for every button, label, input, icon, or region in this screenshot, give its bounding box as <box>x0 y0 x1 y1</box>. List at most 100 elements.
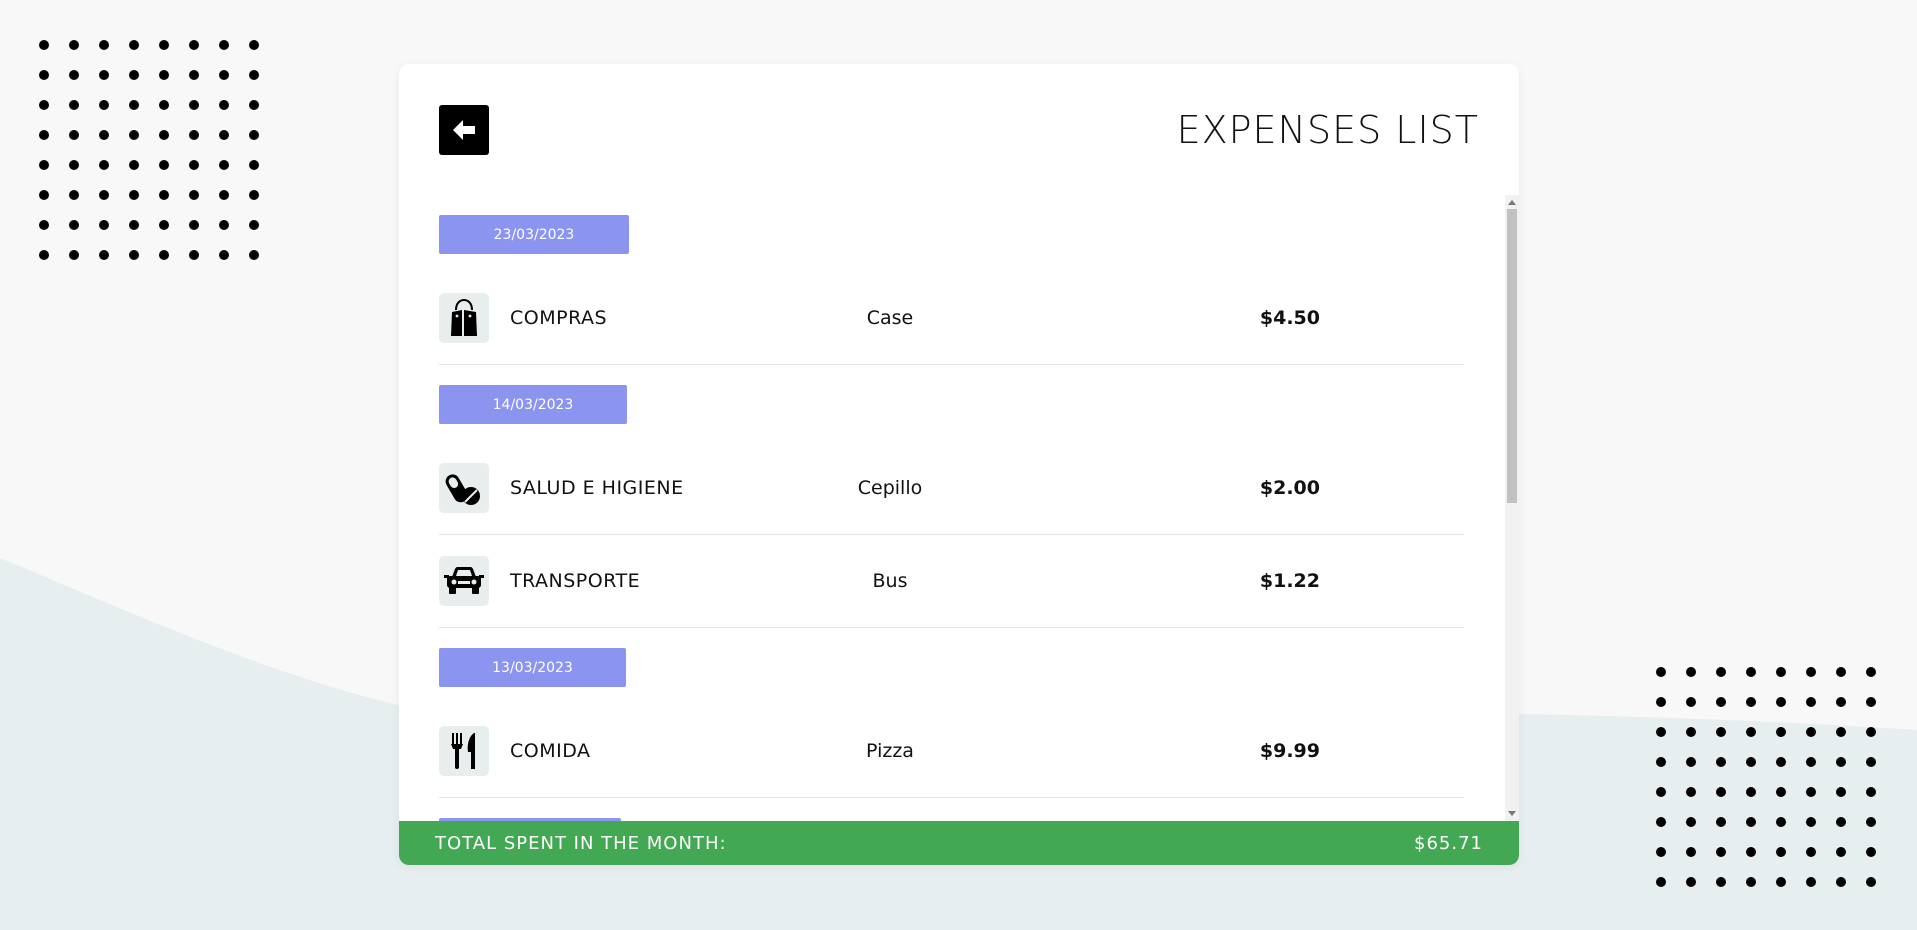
decorative-dot <box>129 220 139 230</box>
category-name: TRANSPORTE <box>510 570 641 592</box>
scroll-down-arrow-icon[interactable] <box>1508 811 1516 816</box>
decorative-dot <box>249 190 259 200</box>
decorative-dot <box>69 250 79 260</box>
decorative-dot <box>69 160 79 170</box>
category-name: COMPRAS <box>510 307 608 329</box>
decorative-dot <box>189 130 199 140</box>
decorative-dot <box>189 220 199 230</box>
decorative-dot <box>99 100 109 110</box>
decorative-dot <box>39 250 49 260</box>
total-bar: TOTAL SPENT IN THE MONTH: $65.71 <box>399 821 1519 865</box>
shopping-bag-icon <box>439 293 489 343</box>
decorative-dot <box>249 40 259 50</box>
decorative-dot <box>1866 697 1876 707</box>
list-scrollbar[interactable] <box>1505 195 1519 821</box>
decorative-dot <box>1836 757 1846 767</box>
decorative-dot <box>1716 787 1726 797</box>
decorative-dot <box>1716 877 1726 887</box>
decorative-dot <box>1776 757 1786 767</box>
decorative-dot <box>159 250 169 260</box>
decorative-dot <box>69 100 79 110</box>
decorative-dot <box>129 160 139 170</box>
decorative-dot <box>1716 847 1726 857</box>
back-button[interactable] <box>439 105 489 155</box>
decorative-dot <box>39 130 49 140</box>
decorative-dot <box>249 160 259 170</box>
decorative-dot <box>1776 697 1786 707</box>
decorative-dot <box>159 130 169 140</box>
decorative-dot <box>219 250 229 260</box>
decorative-dot <box>129 250 139 260</box>
decorative-dot <box>1746 727 1756 737</box>
expense-row[interactable]: SALUD E HIGIENE Cepillo $2.00 <box>439 424 1464 535</box>
expense-description: Cepillo <box>857 477 923 499</box>
expense-row[interactable]: COMIDA Pizza $9.99 <box>439 687 1464 798</box>
decorative-dot-grid-bottom-right <box>1656 667 1876 887</box>
decorative-dot <box>1656 847 1666 857</box>
decorative-dot <box>1836 787 1846 797</box>
decorative-dot <box>1866 817 1876 827</box>
decorative-dot <box>219 190 229 200</box>
decorative-dot <box>99 40 109 50</box>
decorative-dot <box>1746 817 1756 827</box>
expense-row[interactable]: COMPRAS Case $4.50 <box>439 254 1464 365</box>
expense-description: Case <box>866 307 914 329</box>
decorative-dot <box>219 100 229 110</box>
decorative-dot <box>99 130 109 140</box>
decorative-dot <box>1866 667 1876 677</box>
decorative-dot <box>189 100 199 110</box>
decorative-dot <box>129 100 139 110</box>
decorative-dot <box>159 70 169 80</box>
decorative-dot <box>69 70 79 80</box>
category-name: SALUD E HIGIENE <box>510 477 684 499</box>
decorative-dot <box>189 190 199 200</box>
decorative-dot-grid-top-left <box>39 40 259 260</box>
date-badge[interactable]: 13/03/2023 <box>439 648 626 687</box>
utensils-icon <box>439 726 489 776</box>
expense-row[interactable]: TRANSPORTE Bus $1.22 <box>439 535 1464 628</box>
decorative-dot <box>99 250 109 260</box>
expenses-list[interactable]: 23/03/2023 COMPRAS Case $4.50 14/03/2023 SALU… <box>399 195 1519 821</box>
decorative-dot <box>39 70 49 80</box>
expense-row-content: COMIDA Pizza $9.99 <box>439 725 1464 777</box>
decorative-dot <box>1776 817 1786 827</box>
expense-amount: $1.22 <box>1259 570 1320 592</box>
decorative-dot <box>159 220 169 230</box>
decorative-dot <box>1776 877 1786 887</box>
date-badge[interactable]: 14/03/2023 <box>439 385 627 424</box>
expense-amount: $4.50 <box>1259 307 1320 329</box>
expense-amount: $2.00 <box>1259 477 1320 499</box>
decorative-dot <box>1716 757 1726 767</box>
decorative-dot <box>129 70 139 80</box>
decorative-dot <box>1686 877 1696 887</box>
decorative-dot <box>249 130 259 140</box>
decorative-dot <box>1716 667 1726 677</box>
scroll-up-arrow-icon[interactable] <box>1508 200 1516 205</box>
decorative-dot <box>159 100 169 110</box>
pills-icon <box>439 463 489 513</box>
decorative-dot <box>1776 727 1786 737</box>
decorative-dot <box>129 130 139 140</box>
decorative-dot <box>1686 667 1696 677</box>
decorative-dot <box>189 160 199 170</box>
decorative-dot <box>1686 787 1696 797</box>
decorative-dot <box>249 220 259 230</box>
decorative-dot <box>1806 757 1816 767</box>
decorative-dot <box>189 40 199 50</box>
decorative-dot <box>1716 727 1726 737</box>
page: EXPENSES LIST 23/03/2023 COMPRAS Case $4.50… <box>0 0 1917 930</box>
decorative-dot <box>249 100 259 110</box>
decorative-dot <box>1656 787 1666 797</box>
expenses-list-content: 23/03/2023 COMPRAS Case $4.50 14/03/2023 SALU… <box>439 195 1464 821</box>
scroll-thumb[interactable] <box>1507 209 1517 503</box>
date-badge[interactable]: 23/03/2023 <box>439 215 629 254</box>
decorative-dot <box>1836 877 1846 887</box>
expense-description: Pizza <box>866 740 914 762</box>
decorative-dot <box>1836 817 1846 827</box>
expense-amount: $9.99 <box>1259 740 1320 762</box>
decorative-dot <box>39 190 49 200</box>
decorative-dot <box>1746 697 1756 707</box>
decorative-dot <box>1716 697 1726 707</box>
decorative-dot <box>1746 667 1756 677</box>
decorative-dot <box>1746 847 1756 857</box>
